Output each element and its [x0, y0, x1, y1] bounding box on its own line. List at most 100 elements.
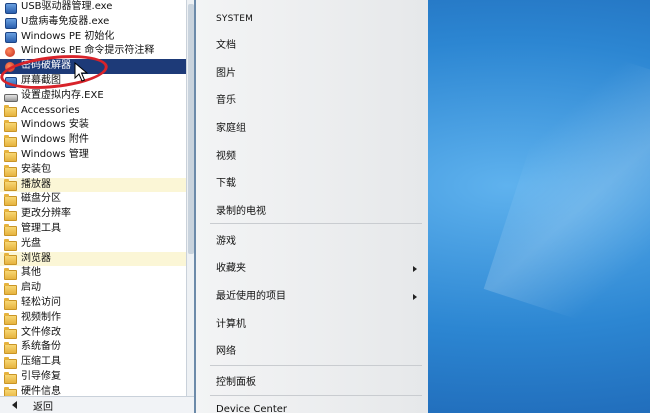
program-item[interactable]: 启动	[0, 281, 194, 296]
scrollbar-thumb[interactable]	[188, 4, 194, 254]
place-item-label: Device Center	[216, 404, 288, 413]
program-item[interactable]: 轻松访问	[0, 296, 194, 311]
folder-icon	[4, 357, 17, 370]
place-item-label: 家庭组	[216, 123, 246, 134]
place-item[interactable]: 视频	[216, 148, 421, 166]
program-item-label: 视频制作	[21, 311, 61, 323]
place-item-label: 录制的电视	[216, 206, 266, 217]
program-item[interactable]: 引导修复	[0, 370, 194, 385]
program-item[interactable]: USB驱动器管理.exe	[0, 0, 194, 15]
menu-separator	[210, 395, 422, 396]
place-item-label: 下载	[216, 178, 236, 189]
folder-icon	[4, 120, 17, 133]
program-item[interactable]: 压缩工具	[0, 355, 194, 370]
menu-separator	[210, 365, 422, 366]
program-item[interactable]: 其他	[0, 266, 194, 281]
program-item-label: Windows 管理	[21, 148, 89, 160]
back-label: 返回	[33, 401, 53, 413]
place-item[interactable]: 控制面板	[216, 374, 421, 392]
submenu-arrow-icon	[413, 294, 417, 300]
program-item-label: 光盘	[21, 237, 41, 249]
program-item-label: 压缩工具	[21, 356, 61, 368]
program-item-label: 硬件信息	[21, 385, 61, 396]
program-item-label: Windows 附件	[21, 134, 89, 146]
folder-icon	[4, 209, 17, 222]
place-item-label: 网络	[216, 346, 236, 357]
program-item[interactable]: Windows 安装	[0, 118, 194, 133]
place-item[interactable]: 音乐	[216, 92, 421, 110]
folder-icon	[4, 253, 17, 266]
back-arrow-icon	[12, 401, 17, 409]
program-item-label: 启动	[21, 282, 41, 294]
place-item-label: 最近使用的项目	[216, 291, 286, 302]
program-item-label: 浏览器	[21, 252, 51, 264]
program-list-scrollbar[interactable]	[186, 0, 194, 396]
program-item[interactable]: Windows 附件	[0, 133, 194, 148]
menu-separator	[210, 223, 422, 224]
place-item[interactable]: 录制的电视	[216, 203, 421, 221]
place-item[interactable]: Device Center	[216, 401, 421, 413]
place-item-label: 游戏	[216, 236, 236, 247]
app-icon	[4, 31, 17, 44]
place-item[interactable]: 家庭组	[216, 120, 421, 138]
place-item[interactable]: 文档	[216, 37, 421, 55]
folder-icon	[4, 371, 17, 384]
program-item-label: 文件修改	[21, 326, 61, 338]
folder-icon	[4, 268, 17, 281]
folder-icon	[4, 194, 17, 207]
program-item-label: Accessories	[21, 104, 80, 116]
app-icon	[4, 17, 17, 29]
folder-icon	[4, 135, 17, 148]
place-item-label: 计算机	[216, 319, 246, 330]
disk-icon	[4, 91, 18, 102]
place-item[interactable]: 计算机	[216, 316, 421, 334]
app-icon	[4, 2, 17, 14]
place-item-label: 收藏夹	[216, 263, 246, 274]
program-item[interactable]: 文件修改	[0, 326, 194, 341]
program-item[interactable]: 硬件信息	[0, 385, 194, 396]
program-item[interactable]: 设置虚拟内存.EXE	[0, 89, 194, 104]
program-item-label: U盘病毒免疫器.exe	[21, 15, 110, 27]
program-item[interactable]: 系统备份	[0, 340, 194, 355]
program-item[interactable]: Windows 管理	[0, 148, 194, 163]
folder-icon	[4, 386, 17, 396]
program-item-label: 轻松访问	[21, 296, 61, 308]
program-item[interactable]: 磁盘分区	[0, 192, 194, 207]
program-item[interactable]: 管理工具	[0, 222, 194, 237]
program-item-label: 更改分辨率	[21, 208, 71, 220]
back-button[interactable]: 返回	[0, 396, 194, 413]
program-item-label: 磁盘分区	[21, 193, 61, 205]
folder-icon	[4, 312, 17, 325]
place-item-label: SYSTEM	[216, 14, 254, 24]
program-item-label: Windows 安装	[21, 119, 89, 131]
program-item[interactable]: Windows PE 初始化	[0, 30, 194, 45]
folder-icon	[4, 342, 17, 355]
program-item[interactable]: 浏览器	[0, 251, 194, 267]
place-item[interactable]: 网络	[216, 343, 421, 361]
place-item[interactable]: 最近使用的项目	[216, 288, 421, 306]
program-item[interactable]: 更改分辨率	[0, 207, 194, 222]
submenu-arrow-icon	[413, 266, 417, 272]
place-item-label: 文档	[216, 40, 236, 51]
place-item[interactable]: 图片	[216, 65, 421, 83]
folder-icon	[4, 149, 17, 162]
folder-icon	[4, 297, 17, 310]
place-item[interactable]: 游戏	[216, 233, 421, 251]
program-item[interactable]: Windows PE 命令提示符注释	[0, 44, 194, 59]
folder-icon	[4, 223, 17, 236]
place-item[interactable]: 收藏夹	[216, 260, 421, 278]
program-item[interactable]: 光盘	[0, 237, 194, 252]
program-item[interactable]: 播放器	[0, 177, 194, 193]
program-item[interactable]: Accessories	[0, 104, 194, 119]
program-item-label: 系统备份	[21, 341, 61, 353]
places-pane: SYSTEM 文档图片音乐家庭组视频下载录制的电视游戏收藏夹最近使用的项目 计算机网…	[196, 0, 428, 413]
place-item[interactable]: 下载	[216, 175, 421, 193]
place-item-label: 视频	[216, 151, 236, 162]
program-item[interactable]: 视频制作	[0, 311, 194, 326]
red-icon	[4, 46, 16, 58]
program-item[interactable]: U盘病毒免疫器.exe	[0, 15, 194, 30]
program-item-label: 播放器	[21, 178, 51, 190]
program-item[interactable]: 安装包	[0, 163, 194, 178]
place-item[interactable]: SYSTEM	[216, 10, 421, 28]
program-item-label: 其他	[21, 267, 41, 279]
